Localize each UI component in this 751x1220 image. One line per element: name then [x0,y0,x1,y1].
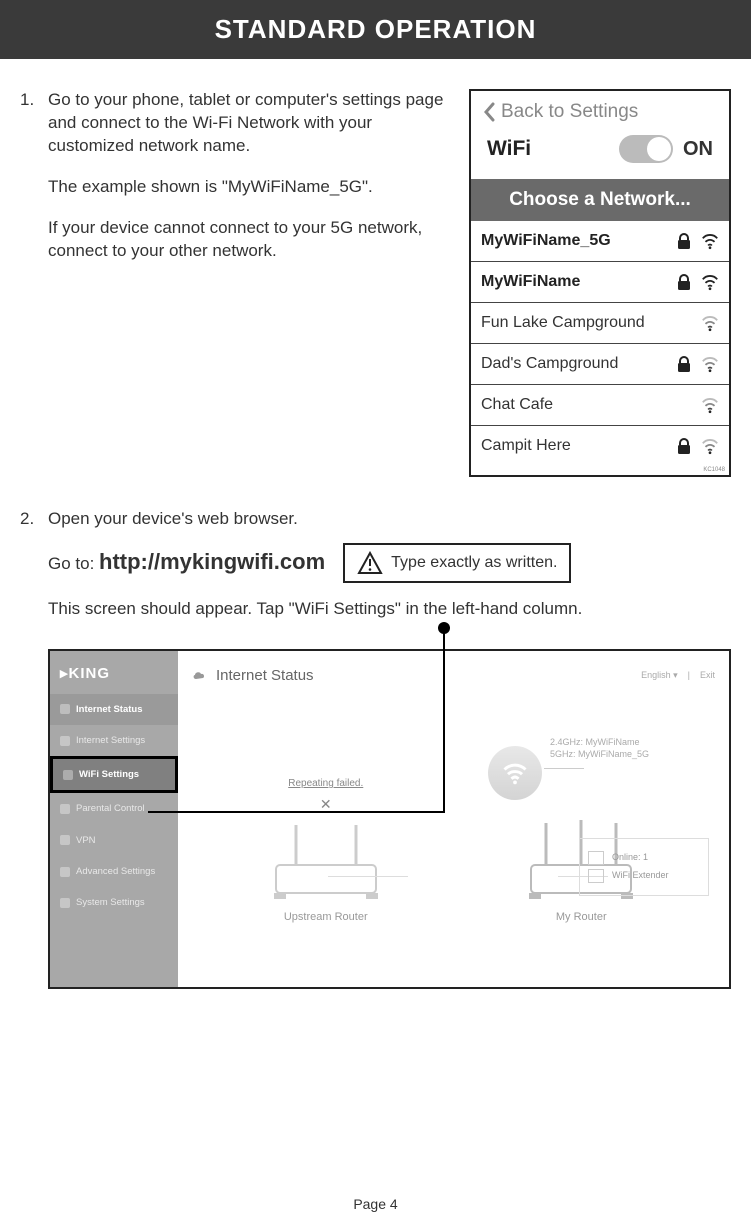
x-mark-icon: ✕ [266,795,386,815]
network-row[interactable]: Campit Here [471,425,729,466]
repeating-failed-text: Repeating failed. [266,777,386,791]
goto-prefix: Go to: [48,554,99,573]
network-row[interactable]: Fun Lake Campground [471,302,729,343]
choose-network-header: Choose a Network... [471,179,729,221]
upstream-router-icon [266,815,386,905]
step1-text-2: The example shown is "MyWiFiName_5G". [48,176,453,199]
network-name: Fun Lake Campground [481,314,701,332]
sidebar-item-label: Advanced Settings [76,865,155,878]
warning-text: Type exactly as written. [391,552,557,574]
step1-text-3: If your device cannot connect to your 5G… [48,217,453,263]
wifi-label: WiFi [487,137,531,161]
network-row[interactable]: MyWiFiName_5G [471,221,729,261]
upstream-router-label: Upstream Router [266,910,386,925]
network-row[interactable]: MyWiFiName [471,261,729,302]
ssid-connector-line [544,768,584,769]
panel-attribution: KC1048 [471,466,729,475]
network-row[interactable]: Chat Cafe [471,384,729,425]
wifi-signal-icon [701,437,719,455]
parental-control-icon [60,804,70,814]
my-router-label: My Router [521,910,641,925]
brand-logo: ▸KING [50,659,178,694]
step1-number: 1. [20,89,48,281]
lock-icon [675,232,693,250]
wifi-icon [501,759,529,787]
callout-dot [438,622,450,634]
network-name: Chat Cafe [481,396,701,414]
sidebar-item-label: WiFi Settings [79,768,139,781]
sidebar-item-label: VPN [76,834,96,847]
sidebar-item-internet-status[interactable]: Internet Status [50,694,178,725]
sidebar-item-label: Internet Status [76,703,143,716]
online-count-label: Online: 1 [612,851,648,864]
sidebar-item-system-settings[interactable]: System Settings [50,887,178,918]
sidebar-item-label: Internet Settings [76,734,145,747]
lock-icon [675,355,693,373]
advanced-settings-icon [60,867,70,877]
internet-settings-icon [60,736,70,746]
vpn-icon [60,835,70,845]
back-to-settings-button[interactable]: Back to Settings [483,101,717,123]
router-dashboard: ▸KING Internet Status Internet Settings Wi… [48,649,731,989]
wifi-extender-label: WiFi Extender [612,869,669,882]
network-name: MyWiFiName_5G [481,232,675,250]
wifi-signal-icon [701,314,719,332]
system-settings-icon [60,898,70,908]
sidebar-item-label: System Settings [76,896,145,909]
step2-text-2: This screen should appear. Tap "WiFi Set… [48,597,731,621]
dashboard-top-links: English ▾ | Exit [641,669,715,682]
upstream-router-block: Repeating failed. ✕ Upstream Router [266,777,386,925]
goto-url: http://mykingwifi.com [99,549,325,574]
language-dropdown[interactable]: English ▾ [641,669,678,682]
extender-icon [588,869,604,883]
header-title: STANDARD OPERATION [215,14,537,44]
network-list: MyWiFiName_5G MyWiFiName Fun Lake Campgrou… [471,221,729,466]
monitor-icon [588,851,604,865]
page-header: STANDARD OPERATION [0,0,751,59]
internet-status-icon [60,704,70,714]
network-name: Campit Here [481,437,675,455]
step1-text-1: Go to your phone, tablet or computer's s… [48,89,453,158]
sidebar-item-parental-control[interactable]: Parental Control [50,793,178,824]
exit-link[interactable]: Exit [700,669,715,682]
lock-icon [675,437,693,455]
sidebar-item-vpn[interactable]: VPN [50,825,178,856]
ssid-labels: 2.4GHz: MyWiFiName 5GHz: MyWiFiName_5G [550,736,649,761]
goto-text: Go to: http://mykingwifi.com [48,547,325,578]
wifi-settings-icon [63,770,73,780]
clients-box: Online: 1 WiFi Extender [579,838,709,896]
cloud-icon [192,669,208,681]
back-label: Back to Settings [501,101,638,123]
sidebar-item-advanced-settings[interactable]: Advanced Settings [50,856,178,887]
warning-icon [357,551,383,575]
sidebar-item-internet-settings[interactable]: Internet Settings [50,725,178,756]
wifi-signal-icon [701,273,719,291]
warning-box: Type exactly as written. [343,543,571,583]
network-name: MyWiFiName [481,273,675,291]
connection-line [328,876,408,877]
wifi-toggle[interactable] [619,135,673,163]
network-row[interactable]: Dad's Campground [471,343,729,384]
page-number: Page 4 [0,1196,751,1212]
wifi-signal-icon [701,232,719,250]
network-name: Dad's Campground [481,355,675,373]
wifi-status-circle [488,746,542,800]
ssid-5-label: 5GHz: MyWiFiName_5G [550,748,649,761]
step2-number: 2. [20,507,48,989]
wifi-on-text: ON [683,138,713,161]
dashboard-title: Internet Status [192,665,314,686]
step2-text-1: Open your device's web browser. [48,507,731,531]
dashboard-sidebar: ▸KING Internet Status Internet Settings Wi… [50,651,178,987]
sidebar-item-label: Parental Control [76,802,145,815]
wifi-settings-panel: Back to Settings WiFi ON Choose a Networ… [469,89,731,477]
ssid-24-label: 2.4GHz: MyWiFiName [550,736,649,749]
sidebar-item-wifi-settings[interactable]: WiFi Settings [50,756,178,793]
toggle-knob [647,137,671,161]
wifi-signal-icon [701,355,719,373]
chevron-left-icon [483,102,495,122]
wifi-signal-icon [701,396,719,414]
lock-icon [675,273,693,291]
